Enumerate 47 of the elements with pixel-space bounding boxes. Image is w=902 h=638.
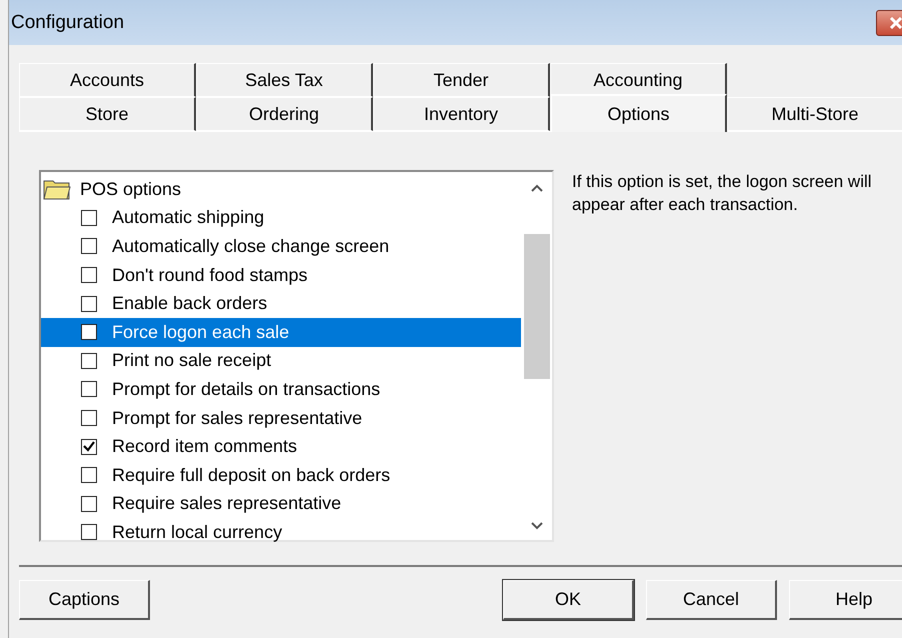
tab[interactable]: Store [19,97,196,131]
tab[interactable]: Accounting [550,63,727,97]
scroll-up-icon [530,184,542,192]
tab[interactable]: Accounts [19,63,196,97]
option-label: Don't round food stamps [112,264,308,286]
dialog-button[interactable]: OK [503,580,634,620]
checkbox[interactable] [81,352,97,369]
tab[interactable]: Sales Tax [196,63,373,97]
scroll-down-icon [530,522,542,530]
close-icon [889,16,902,28]
tab[interactable]: Ordering [196,97,373,131]
selected-row[interactable]: Force logon each sale [41,318,521,347]
option-label: Prompt for sales representative [112,408,362,429]
dialog-button[interactable]: Captions [19,580,150,620]
option-label: Prompt for details on transactions [112,378,380,400]
checkbox[interactable] [81,524,97,540]
tab[interactable]: Inventory [373,97,550,131]
option-label: Automatically close change screen [112,236,390,257]
checkbox[interactable] [81,210,97,226]
option-label: Require full deposit on back orders [112,464,390,486]
checkbox[interactable] [81,296,97,312]
option-label: Return local currency [112,522,282,543]
tab[interactable]: Options [550,94,727,132]
option-description: If this option is set, the logon screen will appear after each transaction. [572,171,872,216]
dialog-button[interactable]: Cancel [646,580,777,620]
window-title: Configuration [11,12,124,34]
option-label: Enable back orders [112,293,268,314]
checkbox[interactable] [81,381,97,398]
scroll-thumb[interactable] [524,234,550,379]
checkbox[interactable] [81,324,97,340]
checkbox[interactable] [81,238,97,254]
checkmark-icon [83,441,95,452]
tab[interactable]: Multi-Store [727,97,902,131]
option-label: Record item comments [112,436,298,458]
option-label: Print no sale receipt [112,350,272,372]
checkbox[interactable] [81,496,97,512]
checkbox[interactable] [81,267,97,284]
option-label: Automatic shipping [112,207,264,228]
folder-icon [43,178,71,200]
checkbox[interactable] [81,410,97,426]
dialog-button[interactable]: Help [789,580,902,620]
tree-node[interactable]: POS options [80,178,182,200]
checkbox[interactable] [81,438,97,455]
option-label: Require sales representative [112,493,342,514]
checkbox[interactable] [81,467,97,484]
option-label: Force logon each sale [112,322,290,343]
tab[interactable]: Tender [373,63,550,97]
